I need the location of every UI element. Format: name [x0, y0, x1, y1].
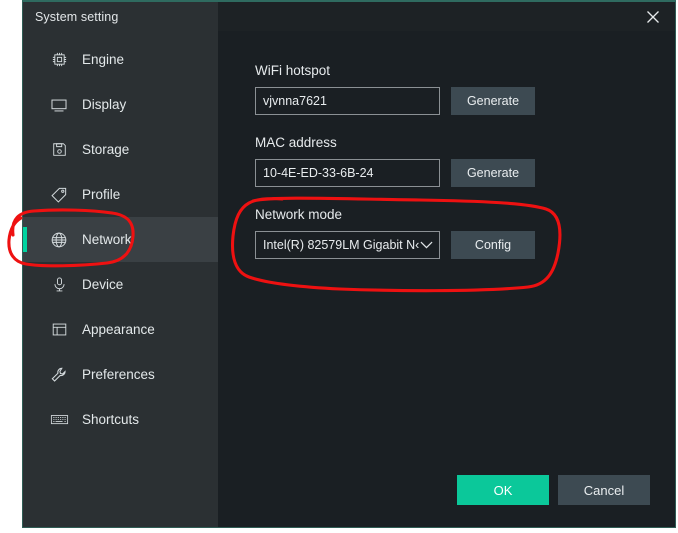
mac-address-label: MAC address	[255, 135, 337, 150]
sidebar-item-appearance[interactable]: Appearance	[23, 307, 218, 352]
sidebar-item-label: Device	[82, 277, 124, 292]
wifi-hotspot-group: WiFi hotspot Generate	[255, 63, 675, 115]
mac-address-row: Generate	[255, 159, 675, 187]
globe-icon	[49, 230, 69, 250]
sidebar-item-preferences[interactable]: Preferences	[23, 352, 218, 397]
close-button[interactable]	[631, 2, 675, 31]
tag-icon	[49, 185, 69, 205]
sidebar-item-network[interactable]: Network	[23, 217, 218, 262]
cpu-chip-icon	[49, 50, 69, 70]
sidebar-item-engine[interactable]: Engine	[23, 37, 218, 82]
sidebar-item-label: Shortcuts	[82, 412, 140, 427]
wifi-hotspot-row: Generate	[255, 87, 675, 115]
sidebar-item-profile[interactable]: Profile	[23, 172, 218, 217]
monitor-icon	[49, 95, 69, 115]
sidebar-item-shortcuts[interactable]: Shortcuts	[23, 397, 218, 442]
close-icon	[646, 10, 660, 24]
wifi-hotspot-label: WiFi hotspot	[255, 63, 331, 78]
network-settings-panel: WiFi hotspot Generate MAC address Genera…	[218, 31, 675, 527]
cancel-button[interactable]: Cancel	[558, 475, 650, 505]
keyboard-icon	[49, 410, 69, 430]
system-setting-window: System setting Engine Display Storage Pr…	[22, 0, 676, 528]
dialog-footer: OK Cancel	[457, 475, 650, 505]
title-bar: System setting	[23, 2, 675, 31]
wrench-icon	[49, 365, 69, 385]
sidebar-item-label: Preferences	[82, 367, 155, 382]
network-mode-row: Intel(R) 82579LM Gigabit N‹ Config	[255, 231, 675, 259]
ok-button[interactable]: OK	[457, 475, 549, 505]
sidebar-item-label: Storage	[82, 142, 130, 157]
title-bar-label-area: System setting	[23, 2, 218, 31]
sidebar-item-label: Display	[82, 97, 127, 112]
sidebar-item-storage[interactable]: Storage	[23, 127, 218, 172]
wifi-hotspot-generate-button[interactable]: Generate	[451, 87, 535, 115]
mac-address-generate-button[interactable]: Generate	[451, 159, 535, 187]
network-mode-select[interactable]: Intel(R) 82579LM Gigabit N‹	[255, 231, 440, 259]
sidebar-item-label: Engine	[82, 52, 125, 67]
network-mode-group: Network mode Intel(R) 82579LM Gigabit N‹…	[255, 207, 675, 259]
floppy-disk-icon	[49, 140, 69, 160]
sidebar-item-display[interactable]: Display	[23, 82, 218, 127]
sidebar-item-label: Network	[82, 232, 132, 247]
microphone-icon	[49, 275, 69, 295]
screenshot-root: System setting Engine Display Storage Pr…	[0, 0, 678, 533]
sidebar-nav: Engine Display Storage Profile Network D…	[23, 31, 218, 527]
window-body: Engine Display Storage Profile Network D…	[23, 31, 675, 527]
network-mode-config-button[interactable]: Config	[451, 231, 535, 259]
chevron-down-icon	[420, 241, 433, 250]
mac-address-group: MAC address Generate	[255, 135, 675, 187]
wifi-hotspot-input[interactable]	[255, 87, 440, 115]
sidebar-item-device[interactable]: Device	[23, 262, 218, 307]
sidebar-item-label: Appearance	[82, 322, 155, 337]
window-title: System setting	[35, 9, 119, 24]
sidebar-item-label: Profile	[82, 187, 121, 202]
network-mode-selected-value: Intel(R) 82579LM Gigabit N‹	[263, 238, 420, 252]
window-icon	[49, 320, 69, 340]
mac-address-input[interactable]	[255, 159, 440, 187]
network-mode-label: Network mode	[255, 207, 343, 222]
